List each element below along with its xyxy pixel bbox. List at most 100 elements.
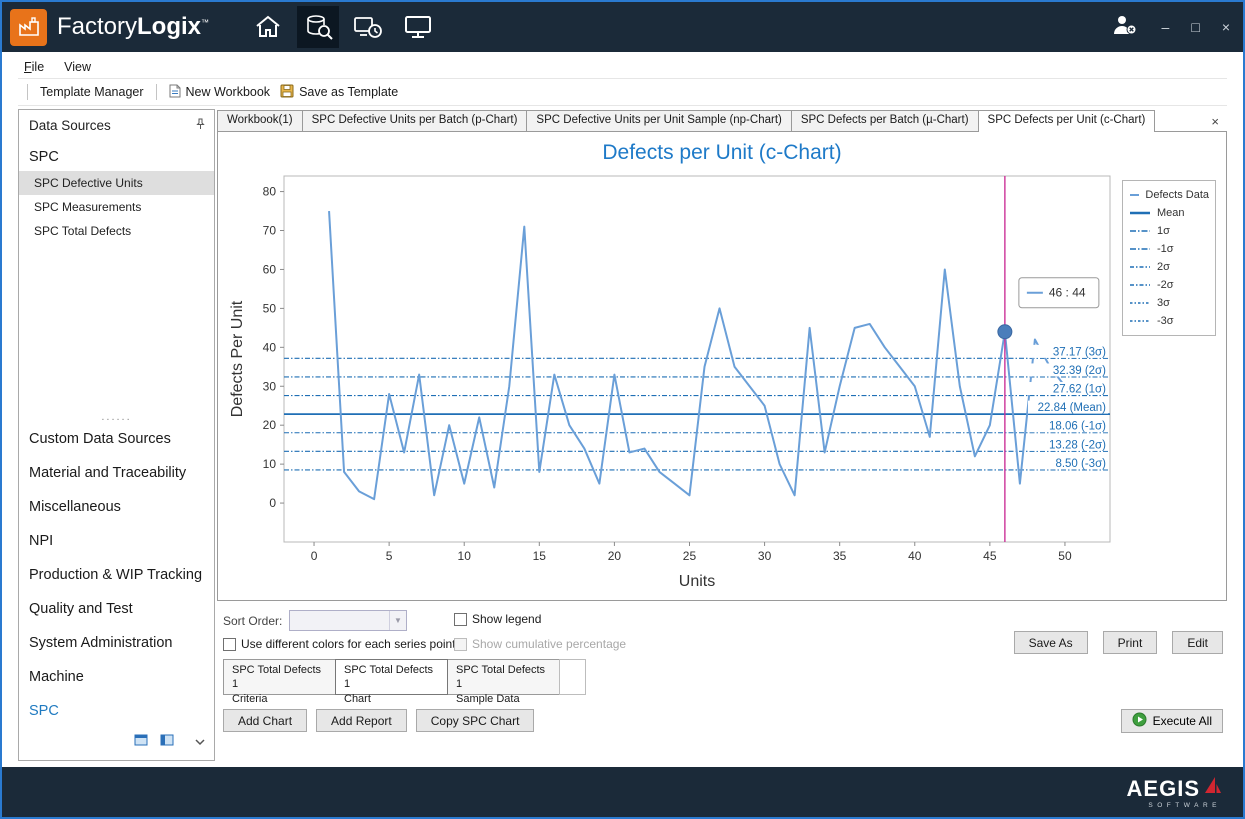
save-as-button[interactable]: Save As: [1014, 631, 1088, 654]
svg-text:45: 45: [983, 549, 997, 563]
legend-item: 1σ: [1129, 222, 1209, 240]
svg-text:5: 5: [386, 549, 393, 563]
control-line-label: 8.50 (-3σ): [1055, 458, 1106, 470]
point-tooltip: 46 : 44: [1019, 278, 1099, 308]
template-manager-button[interactable]: Template Manager: [35, 83, 149, 101]
sidebar-item-spc-total-defects[interactable]: SPC Total Defects: [19, 219, 214, 243]
svg-text:0: 0: [269, 496, 276, 510]
sidebar-group-spc-header[interactable]: SPC: [19, 139, 214, 171]
toolbar-separator: [27, 84, 28, 100]
legend-item: Defects Data: [1129, 186, 1209, 204]
edit-button[interactable]: Edit: [1172, 631, 1223, 654]
save-as-template-button[interactable]: Save as Template: [275, 82, 403, 103]
control-line-label: 13.28 (-2σ): [1049, 439, 1106, 451]
add-report-button[interactable]: Add Report: [316, 709, 407, 732]
tab-c-chart[interactable]: SPC Defects per Unit (c-Chart): [978, 110, 1156, 132]
svg-text:50: 50: [1058, 549, 1072, 563]
sidebar-group-spc[interactable]: SPC: [19, 694, 214, 728]
svg-text:35: 35: [833, 549, 847, 563]
pin-icon[interactable]: [195, 118, 206, 133]
minimize-button[interactable]: –: [1159, 20, 1173, 34]
panel-list-icon[interactable]: [160, 733, 174, 751]
app-window: FactoryLogix™: [0, 0, 1245, 819]
dropdown-arrow-icon: ▼: [389, 611, 406, 630]
data-sources-sidebar: Data Sources SPC SPC Defective Units SPC…: [18, 109, 215, 761]
control-line-label: 22.84 (Mean): [1038, 402, 1107, 414]
maximize-button[interactable]: □: [1188, 20, 1202, 34]
sidebar-group-material-traceability[interactable]: Material and Traceability: [19, 456, 214, 490]
sidebar-group-custom-data-sources[interactable]: Custom Data Sources: [19, 422, 214, 456]
sidebar-group-quality-test[interactable]: Quality and Test: [19, 592, 214, 626]
svg-text:50: 50: [263, 301, 277, 315]
svg-text:15: 15: [533, 549, 547, 563]
subtab-criteria[interactable]: SPC Total Defects 1Criteria: [223, 659, 336, 695]
sidebar-group-miscellaneous[interactable]: Miscellaneous: [19, 490, 214, 524]
device-clock-icon[interactable]: [347, 6, 389, 48]
svg-text:25: 25: [683, 549, 697, 563]
checkbox-box: [454, 638, 467, 651]
chart-legend: Defects Data Mean 1σ -1σ: [1122, 180, 1216, 336]
svg-text:80: 80: [263, 185, 277, 199]
cumulative-percentage-checkbox: Show cumulative percentage: [454, 637, 626, 651]
sidebar-group-production-wip[interactable]: Production & WIP Tracking: [19, 558, 214, 592]
plot-border: [284, 176, 1110, 542]
menu-file[interactable]: File: [24, 60, 44, 74]
monitor-icon[interactable]: [397, 6, 439, 48]
selected-point-marker[interactable]: [998, 325, 1012, 339]
sidebar-spacer: [19, 243, 214, 412]
legend-item: -1σ: [1129, 240, 1209, 258]
execute-icon: [1132, 712, 1147, 730]
svg-text:40: 40: [263, 340, 277, 354]
user-logout-icon[interactable]: [1111, 13, 1139, 42]
data-analysis-icon[interactable]: [297, 6, 339, 48]
sidebar-splitter-handle[interactable]: ......: [19, 412, 214, 422]
home-icon[interactable]: [247, 6, 289, 48]
svg-text:10: 10: [263, 457, 277, 471]
checkbox-box[interactable]: [454, 613, 467, 626]
svg-text:0: 0: [311, 549, 318, 563]
subtab-chart[interactable]: SPC Total Defects 1Chart: [335, 659, 448, 695]
control-line-label: 18.06 (-1σ): [1049, 421, 1106, 433]
legend-item: -3σ: [1129, 312, 1209, 330]
print-button[interactable]: Print: [1103, 631, 1158, 654]
save-template-icon: [280, 84, 294, 101]
tab-p-chart[interactable]: SPC Defective Units per Batch (p-Chart): [302, 110, 528, 131]
show-legend-checkbox[interactable]: Show legend: [454, 612, 541, 626]
add-chart-button[interactable]: Add Chart: [223, 709, 307, 732]
panel-view-icon[interactable]: [134, 733, 148, 751]
workspace: Data Sources SPC SPC Defective Units SPC…: [18, 109, 1227, 761]
sidebar-item-spc-measurements[interactable]: SPC Measurements: [19, 195, 214, 219]
toolbar-separator: [156, 84, 157, 100]
spc-subtabs: SPC Total Defects 1Criteria SPC Total De…: [217, 659, 1227, 697]
chart-panel: Defects per Unit (c-Chart) 0102030405060…: [217, 131, 1227, 601]
tab-close-icon[interactable]: ×: [1203, 114, 1227, 131]
tab-workbook-1[interactable]: Workbook(1): [217, 110, 303, 131]
series-colors-checkbox[interactable]: Use different colors for each series poi…: [223, 637, 456, 651]
svg-text:40: 40: [908, 549, 922, 563]
factorylogix-logo-icon: [10, 9, 47, 46]
workbook-tabbar: Workbook(1) SPC Defective Units per Batc…: [217, 109, 1227, 131]
sidebar-group-npi[interactable]: NPI: [19, 524, 214, 558]
spc-chart-canvas[interactable]: 0102030405060708005101520253035404550Uni…: [222, 164, 1122, 596]
chevron-down-icon[interactable]: [194, 733, 206, 751]
copy-spc-chart-button[interactable]: Copy SPC Chart: [416, 709, 535, 732]
menu-view[interactable]: View: [64, 60, 91, 74]
legend-item: 3σ: [1129, 294, 1209, 312]
menubar: File View: [18, 56, 1227, 79]
sidebar-item-spc-defective-units[interactable]: SPC Defective Units: [19, 171, 214, 195]
tab-np-chart[interactable]: SPC Defective Units per Unit Sample (np-…: [526, 110, 791, 131]
subtab-sample-data[interactable]: SPC Total Defects 1Sample Data: [447, 659, 560, 695]
sort-order-label: Sort Order:: [223, 614, 282, 628]
svg-text:20: 20: [263, 418, 277, 432]
new-workbook-button[interactable]: New Workbook: [164, 82, 276, 103]
execute-all-button[interactable]: Execute All: [1121, 709, 1223, 733]
titlebar-nav: [247, 6, 439, 48]
chart-title: Defects per Unit (c-Chart): [218, 141, 1226, 165]
checkbox-box[interactable]: [223, 638, 236, 651]
control-line-label: 27.62 (1σ): [1053, 384, 1106, 396]
legend-item: Mean: [1129, 204, 1209, 222]
tab-u-chart[interactable]: SPC Defects per Batch (µ-Chart): [791, 110, 979, 131]
sidebar-group-system-administration[interactable]: System Administration: [19, 626, 214, 660]
close-button[interactable]: ×: [1219, 20, 1233, 34]
sidebar-group-machine[interactable]: Machine: [19, 660, 214, 694]
